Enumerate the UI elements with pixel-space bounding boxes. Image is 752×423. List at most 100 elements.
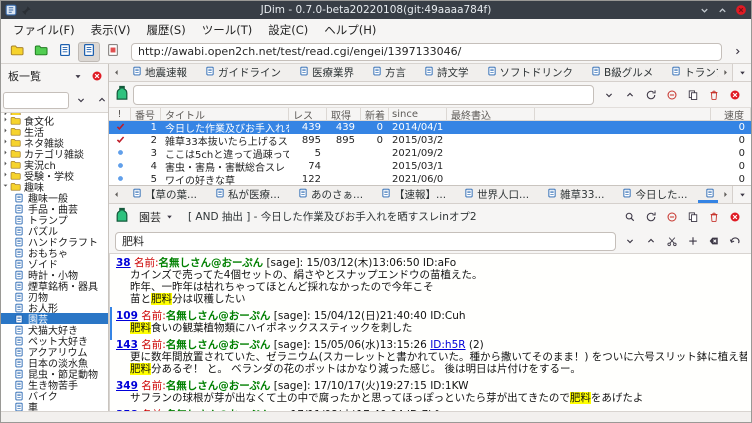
menu-item-5[interactable]: ヘルプ(H) bbox=[316, 20, 384, 40]
board-tab-3[interactable]: 方言 bbox=[363, 64, 415, 81]
board-tabs-scroll-left-icon[interactable] bbox=[109, 64, 123, 81]
menu-item-0[interactable]: ファイル(F) bbox=[5, 20, 83, 40]
close-button[interactable] bbox=[724, 207, 745, 227]
thread-tab-5[interactable]: 雑草33... bbox=[538, 186, 613, 203]
thread-tab-1[interactable]: 私が医療... bbox=[206, 186, 289, 203]
thread-tab-6[interactable]: 今日した... bbox=[613, 186, 696, 203]
message-view[interactable]: 38 名前:名無しさん@おーぷん [sage]: 15/03/12(木)13:0… bbox=[109, 254, 751, 411]
chevron-down-button[interactable] bbox=[619, 231, 640, 251]
post-id-link[interactable]: ID:h5R bbox=[430, 339, 465, 351]
search-button[interactable] bbox=[619, 207, 640, 227]
imageview-button[interactable] bbox=[102, 42, 124, 62]
thread-tab-0[interactable]: 【草の葉... bbox=[123, 186, 206, 203]
tree-board-園芸[interactable]: 園芸 bbox=[1, 313, 108, 324]
tree-board-犬猫大好き[interactable]: 犬猫大好き bbox=[1, 324, 108, 335]
tree-board-昆虫・節足動物[interactable]: 昆虫・節足動物 bbox=[1, 368, 108, 379]
board-tabs-scroll-right-icon[interactable] bbox=[718, 64, 732, 81]
board-select-dropdown[interactable]: 園芸 bbox=[134, 208, 179, 226]
menu-item-2[interactable]: 履歴(S) bbox=[138, 20, 193, 40]
scissors-button[interactable] bbox=[661, 231, 682, 251]
pin-icon[interactable] bbox=[21, 5, 32, 16]
chevron-down-button[interactable] bbox=[70, 90, 91, 110]
menu-item-3[interactable]: ツール(T) bbox=[194, 20, 261, 40]
thread-filter-input[interactable] bbox=[133, 85, 594, 105]
copy-button[interactable] bbox=[682, 207, 703, 227]
board-tab-2[interactable]: 医療業界 bbox=[290, 64, 363, 81]
message-search-input[interactable] bbox=[115, 232, 616, 251]
tree-board-手品・曲芸[interactable]: 手品・曲芸 bbox=[1, 203, 108, 214]
tree-category-受験・学校[interactable]: 受験・学校 bbox=[1, 170, 108, 181]
sidebar-close-button[interactable] bbox=[88, 68, 105, 85]
sidebar-dropdown-icon[interactable] bbox=[69, 68, 86, 85]
tree-board-お人形[interactable]: お人形 bbox=[1, 302, 108, 313]
expander-icon[interactable] bbox=[1, 149, 10, 158]
board-tab-0[interactable]: 地震速報 bbox=[123, 64, 196, 81]
expander-icon[interactable] bbox=[1, 113, 10, 115]
plus-button[interactable] bbox=[682, 231, 703, 251]
undo-button[interactable] bbox=[724, 231, 745, 251]
tree-board-バイク[interactable]: バイク bbox=[1, 390, 108, 401]
tree-board-アクアリウム[interactable]: アクアリウム bbox=[1, 346, 108, 357]
close-button[interactable] bbox=[724, 85, 745, 105]
post-number-link[interactable]: 143 bbox=[116, 339, 138, 351]
thread-tab-3[interactable]: 【速報】... bbox=[372, 186, 455, 203]
tree-category-実況ch[interactable]: 実況ch bbox=[1, 159, 108, 170]
trash-button[interactable] bbox=[703, 85, 724, 105]
tree-board-時計・小物[interactable]: 時計・小物 bbox=[1, 269, 108, 280]
tree-board-トランプ[interactable]: トランプ bbox=[1, 214, 108, 225]
stop-button[interactable] bbox=[661, 207, 682, 227]
board-tab-1[interactable]: ガイドライン bbox=[196, 64, 290, 81]
thread-tab-2[interactable]: あのさぁ... bbox=[289, 186, 372, 203]
board-tabs-menu-button[interactable] bbox=[732, 64, 751, 81]
thread-row-5[interactable]: 5ワイの好きな草1222021/06/00 bbox=[109, 173, 751, 186]
refresh-button[interactable] bbox=[640, 207, 661, 227]
board-tab-7[interactable]: トランプ bbox=[662, 64, 718, 81]
expander-icon[interactable] bbox=[1, 171, 10, 180]
url-go-icon[interactable] bbox=[729, 43, 746, 60]
tree-board-刃物[interactable]: 刃物 bbox=[1, 291, 108, 302]
tree-board-日本の淡水魚[interactable]: 日本の淡水魚 bbox=[1, 357, 108, 368]
stop-button[interactable] bbox=[661, 85, 682, 105]
menu-item-1[interactable]: 表示(V) bbox=[83, 20, 139, 40]
board-tab-4[interactable]: 詩文学 bbox=[415, 64, 478, 81]
thread-tabs-scroll-right-icon[interactable] bbox=[718, 186, 732, 203]
expander-icon[interactable] bbox=[1, 116, 10, 125]
shade-down-icon[interactable] bbox=[699, 5, 710, 16]
tree-category-生活[interactable]: 生活 bbox=[1, 126, 108, 137]
shade-up-icon[interactable] bbox=[717, 5, 728, 16]
menu-item-4[interactable]: 設定(C) bbox=[260, 20, 316, 40]
threadview-button[interactable] bbox=[78, 42, 100, 62]
boardlist-button[interactable] bbox=[6, 42, 28, 62]
expander-icon[interactable] bbox=[1, 182, 10, 191]
tree-board-パズル[interactable]: パズル bbox=[1, 225, 108, 236]
tree-category-カテゴリ雑談[interactable]: カテゴリ雑談 bbox=[1, 148, 108, 159]
post-number-link[interactable]: 109 bbox=[116, 310, 138, 322]
thread-tab-4[interactable]: 世界人口... bbox=[455, 186, 538, 203]
chevron-up-button[interactable] bbox=[619, 85, 640, 105]
window-close-button[interactable] bbox=[735, 4, 747, 16]
sidebar-search-input[interactable] bbox=[3, 92, 69, 109]
tree-board-ゾイド[interactable]: ゾイド bbox=[1, 258, 108, 269]
chevron-down-button[interactable] bbox=[598, 85, 619, 105]
expander-icon[interactable] bbox=[1, 160, 10, 169]
tree-category-食文化[interactable]: 食文化 bbox=[1, 115, 108, 126]
tree-board-趣味一般[interactable]: 趣味一般 bbox=[1, 192, 108, 203]
expander-icon[interactable] bbox=[1, 138, 10, 147]
thread-tab-7[interactable]: [AN... bbox=[696, 186, 718, 203]
tree-category-ネタ雑談[interactable]: ネタ雑談 bbox=[1, 137, 108, 148]
expander-icon[interactable] bbox=[1, 127, 10, 136]
favorites-button[interactable] bbox=[30, 42, 52, 62]
tree-board-おもちゃ[interactable]: おもちゃ bbox=[1, 247, 108, 258]
tree-board-車[interactable]: 車 bbox=[1, 401, 108, 411]
post-number-link[interactable]: 349 bbox=[116, 380, 138, 392]
url-input[interactable] bbox=[131, 43, 722, 61]
tree-board-ハンドクラフト[interactable]: ハンドクラフト bbox=[1, 236, 108, 247]
backspace-button[interactable] bbox=[703, 231, 724, 251]
thread-tabs-menu-button[interactable] bbox=[732, 186, 751, 203]
board-tab-6[interactable]: B級グルメ bbox=[582, 64, 662, 81]
tree-board-煙草銘柄・器具[interactable]: 煙草銘柄・器具 bbox=[1, 280, 108, 291]
post-number-link[interactable]: 38 bbox=[116, 257, 131, 269]
chevron-up-button[interactable] bbox=[640, 231, 661, 251]
tree-board-生き物苦手[interactable]: 生き物苦手 bbox=[1, 379, 108, 390]
tree-board-ペット大好き[interactable]: ペット大好き bbox=[1, 335, 108, 346]
